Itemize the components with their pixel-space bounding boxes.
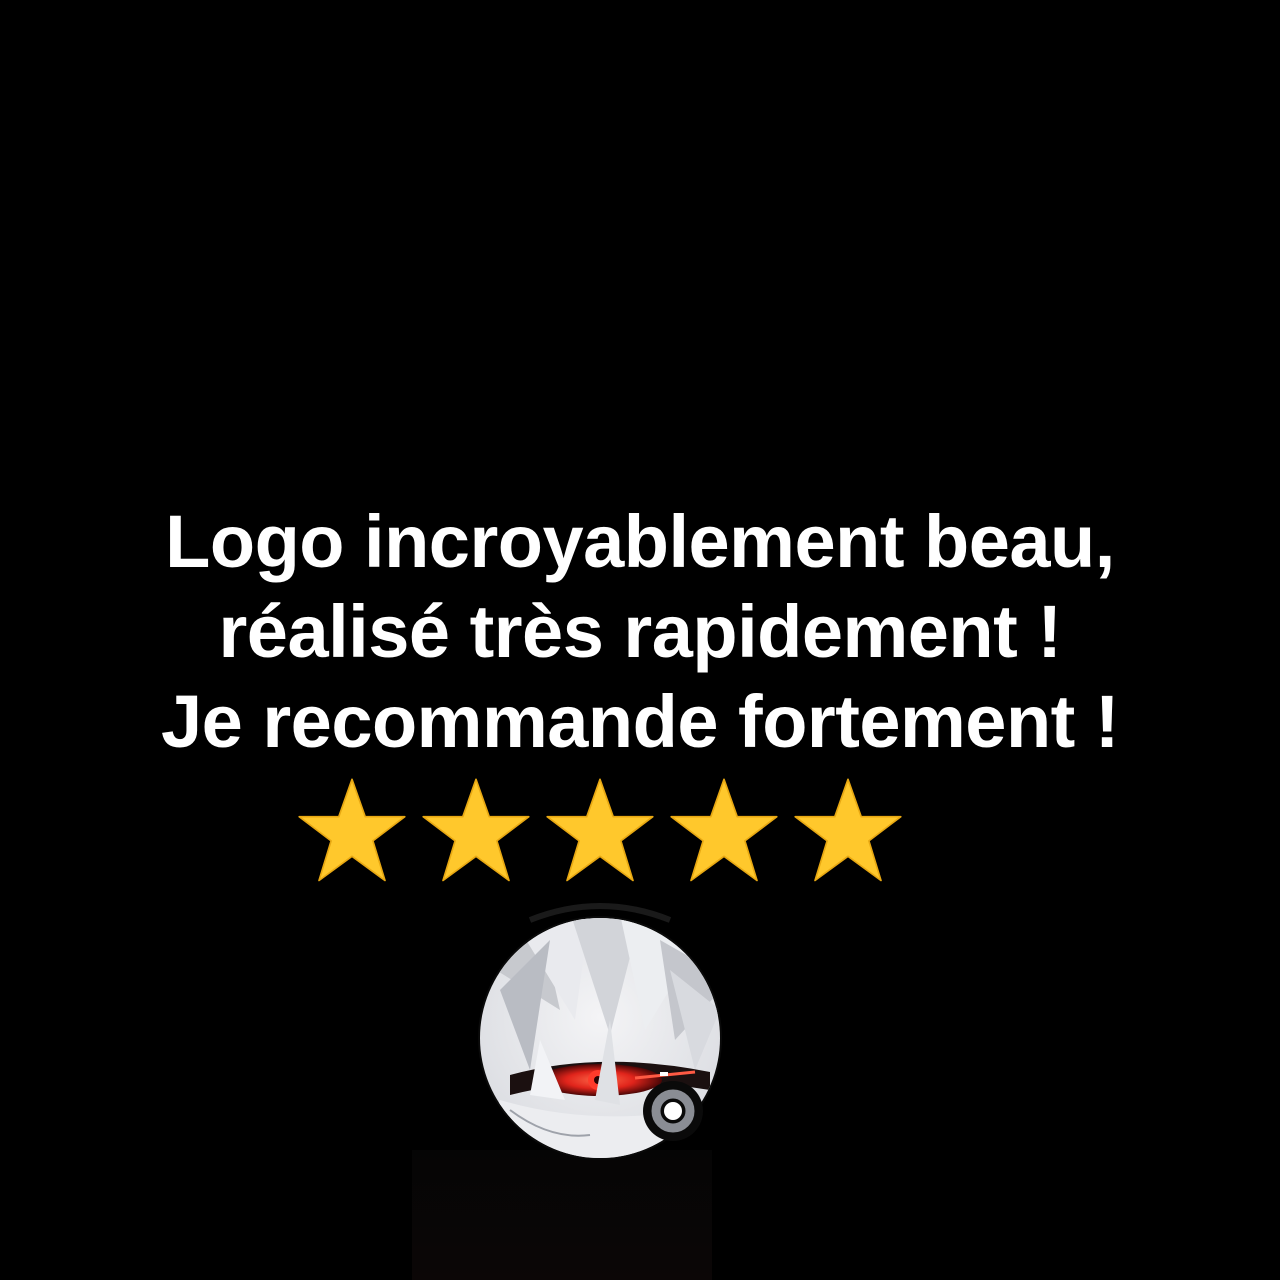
reviewer-avatar	[470, 900, 730, 1160]
review-card: Logo incroyablement beau, réalisé très r…	[0, 0, 1280, 1280]
star-icon	[298, 778, 406, 882]
instagram-ring-badge-icon	[643, 1081, 703, 1141]
star-icon	[422, 778, 530, 882]
review-line-3: Je recommande fortement !	[161, 680, 1120, 763]
background-shadow	[412, 1150, 712, 1280]
star-icon	[546, 778, 654, 882]
review-line-1: Logo incroyablement beau,	[165, 500, 1115, 583]
star-icon	[670, 778, 778, 882]
review-line-2: réalisé très rapidement !	[218, 590, 1062, 673]
star-icon	[794, 778, 902, 882]
star-rating	[296, 776, 916, 886]
review-quote: Logo incroyablement beau, réalisé très r…	[0, 497, 1280, 767]
